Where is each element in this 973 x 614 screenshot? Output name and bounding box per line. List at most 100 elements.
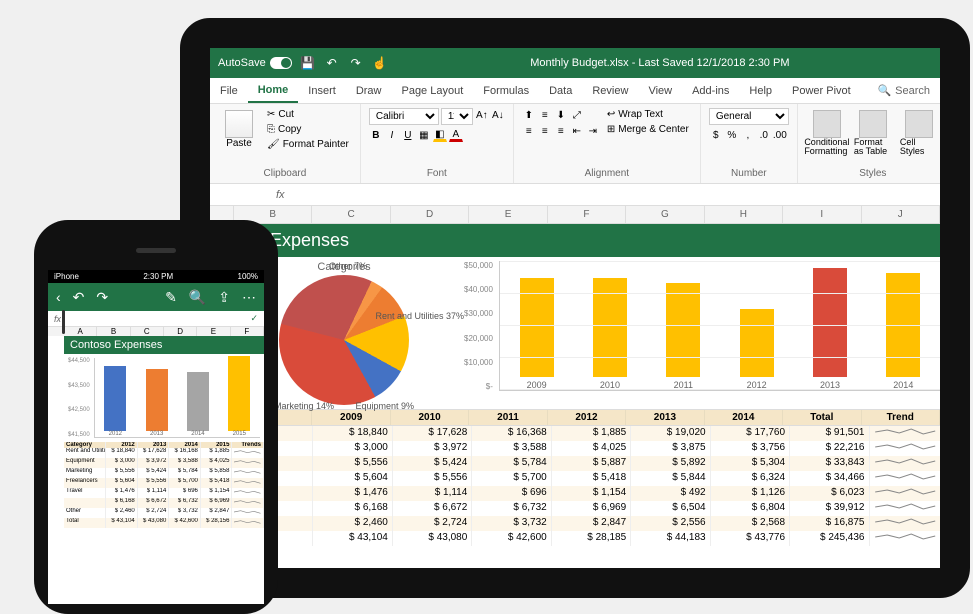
border-button[interactable]: ▦: [417, 128, 431, 142]
table-row[interactable]: Utilities$ 18,840$ 17,628$ 16,368$ 1,885…: [234, 426, 940, 441]
col-header[interactable]: F: [231, 327, 264, 336]
redo-icon[interactable]: ↷: [96, 289, 108, 306]
toggle-switch[interactable]: [270, 57, 292, 69]
cell[interactable]: $ 19,020: [631, 426, 710, 441]
tab-data[interactable]: Data: [539, 78, 582, 103]
cell[interactable]: $ 6,023: [790, 486, 869, 501]
inc-decimal-icon[interactable]: .0: [757, 128, 771, 142]
cell[interactable]: [64, 498, 106, 508]
cell[interactable]: $ 2,724: [138, 508, 170, 518]
table-row[interactable]: $ 5,556$ 5,424$ 5,784$ 5,887$ 5,892$ 5,3…: [234, 456, 940, 471]
decrease-font-icon[interactable]: A↓: [491, 108, 505, 122]
cell[interactable]: $ 3,875: [631, 441, 710, 456]
cell[interactable]: $ 18,840: [313, 426, 392, 441]
cell[interactable]: $ 3,756: [711, 441, 790, 456]
cell[interactable]: $ 22,216: [790, 441, 869, 456]
cell[interactable]: Total: [64, 518, 106, 528]
bold-button[interactable]: B: [369, 128, 383, 142]
sparkline-cell[interactable]: [870, 441, 940, 456]
cell[interactable]: $ 5,418: [552, 471, 631, 486]
copy-button[interactable]: ⎘ Copy: [264, 123, 352, 136]
cell[interactable]: $ 5,556: [106, 468, 138, 478]
cell[interactable]: $ 33,843: [790, 456, 869, 471]
cell[interactable]: $ 6,732: [472, 501, 551, 516]
table-row[interactable]: Marketing$ 5,556$ 5,424$ 5,784$ 5,858: [64, 468, 264, 478]
cell[interactable]: Marketing: [64, 468, 106, 478]
cell[interactable]: $ 1,154: [201, 488, 233, 498]
col-header[interactable]: A: [64, 327, 97, 336]
cell[interactable]: $ 2,847: [552, 516, 631, 531]
cell[interactable]: $ 5,424: [393, 456, 472, 471]
cell[interactable]: $ 1,114: [138, 488, 170, 498]
cell[interactable]: $ 3,732: [472, 516, 551, 531]
cell[interactable]: $ 17,628: [393, 426, 472, 441]
tab-review[interactable]: Review: [582, 78, 638, 103]
search-box[interactable]: 🔍 Search: [877, 84, 940, 97]
fx-icon[interactable]: fx: [270, 189, 291, 201]
merge-center-button[interactable]: ⊞ Merge & Center: [604, 123, 692, 136]
fill-color-button[interactable]: ◧: [433, 128, 447, 142]
underline-button[interactable]: U: [401, 128, 415, 142]
table-row[interactable]: $ 3,000$ 3,972$ 3,588$ 4,025$ 3,875$ 3,7…: [234, 441, 940, 456]
cell[interactable]: Travel: [64, 488, 106, 498]
cell[interactable]: $ 6,969: [552, 501, 631, 516]
more-icon[interactable]: ⋯: [242, 289, 256, 306]
table-row[interactable]: Freelancers$ 5,604$ 5,556$ 5,700$ 5,418: [64, 478, 264, 488]
cell[interactable]: $ 6,504: [631, 501, 710, 516]
sparkline-cell[interactable]: [870, 531, 940, 546]
cell[interactable]: $ 43,104: [106, 518, 138, 528]
col-header[interactable]: D: [164, 327, 197, 336]
cell[interactable]: $ 91,501: [790, 426, 869, 441]
paste-button[interactable]: Paste: [218, 108, 260, 151]
wrap-text-button[interactable]: ↩ Wrap Text: [604, 108, 692, 121]
cell[interactable]: $ 18,840: [106, 448, 138, 458]
cell[interactable]: $ 2,460: [313, 516, 392, 531]
tab-help[interactable]: Help: [739, 78, 782, 103]
col-header[interactable]: E: [469, 206, 547, 223]
cell[interactable]: $ 3,732: [169, 508, 201, 518]
cut-button[interactable]: ✂ Cut: [264, 108, 352, 121]
autosave-toggle[interactable]: AutoSave: [218, 57, 292, 69]
cell[interactable]: $ 5,604: [106, 478, 138, 488]
cell[interactable]: $ 2,724: [393, 516, 472, 531]
currency-icon[interactable]: $: [709, 128, 723, 142]
table-row[interactable]: Rent and Utilities$ 18,840$ 17,628$ 16,1…: [64, 448, 264, 458]
cell[interactable]: $ 43,080: [138, 518, 170, 528]
col-header[interactable]: E: [197, 327, 230, 336]
cell[interactable]: $ 44,183: [631, 531, 710, 546]
cell[interactable]: $ 4,025: [552, 441, 631, 456]
cell[interactable]: $ 16,875: [790, 516, 869, 531]
cell[interactable]: $ 5,304: [711, 456, 790, 471]
cell[interactable]: $ 696: [169, 488, 201, 498]
tab-view[interactable]: View: [638, 78, 682, 103]
fx-icon[interactable]: fx: [54, 314, 61, 324]
cell[interactable]: $ 5,892: [631, 456, 710, 471]
cell[interactable]: $ 2,556: [631, 516, 710, 531]
cell[interactable]: $ 5,784: [169, 468, 201, 478]
sparkline-cell[interactable]: [870, 501, 940, 516]
orientation-icon[interactable]: ⤢: [570, 108, 584, 122]
cell[interactable]: $ 5,858: [201, 468, 233, 478]
format-as-table-button[interactable]: Format as Table: [852, 108, 894, 158]
conditional-formatting-button[interactable]: Conditional Formatting: [806, 108, 848, 158]
col-header[interactable]: C: [312, 206, 390, 223]
undo-icon[interactable]: ↶: [324, 55, 340, 71]
cell[interactable]: $ 6,804: [711, 501, 790, 516]
cell[interactable]: $ 492: [631, 486, 710, 501]
col-header[interactable]: I: [783, 206, 861, 223]
table-row[interactable]: $ 5,604$ 5,556$ 5,700$ 5,418$ 5,844$ 6,3…: [234, 471, 940, 486]
cell[interactable]: $ 42,600: [472, 531, 551, 546]
touch-icon[interactable]: ☝: [372, 55, 388, 71]
cell[interactable]: $ 16,368: [472, 426, 551, 441]
cell[interactable]: $ 5,700: [472, 471, 551, 486]
cell[interactable]: $ 5,556: [138, 478, 170, 488]
cell[interactable]: $ 43,104: [313, 531, 392, 546]
table-row[interactable]: Travel$ 1,476$ 1,114$ 696$ 1,154: [64, 488, 264, 498]
sparkline-cell[interactable]: [870, 471, 940, 486]
phone-sheet-title[interactable]: Contoso Expenses: [64, 336, 264, 354]
font-size-select[interactable]: 11: [441, 108, 473, 125]
table-row[interactable]: $ 6,168$ 6,672$ 6,732$ 6,969: [64, 498, 264, 508]
font-name-select[interactable]: Calibri: [369, 108, 439, 125]
cell[interactable]: $ 6,732: [169, 498, 201, 508]
cell[interactable]: $ 1,114: [393, 486, 472, 501]
